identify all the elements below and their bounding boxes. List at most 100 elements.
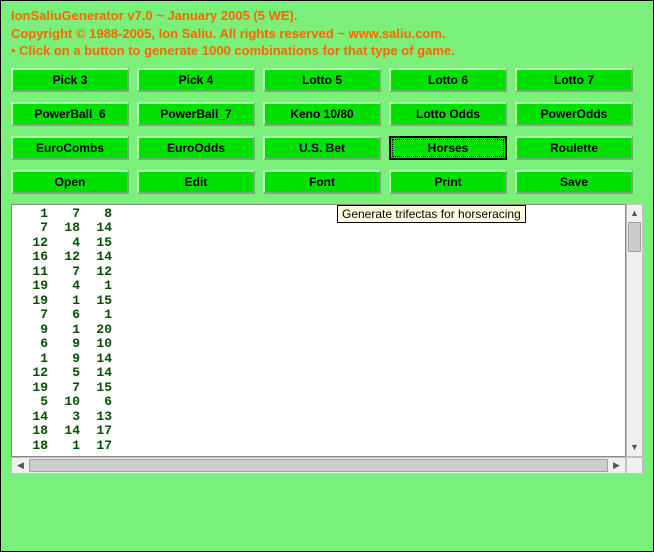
output-row: 181417: [16, 424, 621, 439]
output-cell: 12: [16, 236, 48, 251]
output-cell: 15: [80, 294, 112, 309]
output-cell: 6: [16, 337, 48, 352]
powerball-7-button[interactable]: PowerBall_7: [137, 102, 255, 126]
header-line-1: IonSaliuGenerator v7.0 ~ January 2005 (5…: [11, 7, 645, 25]
output-cell: 18: [16, 424, 48, 439]
lotto-5-button[interactable]: Lotto 5: [263, 68, 381, 92]
output-row: 5106: [16, 395, 621, 410]
output-cell: 16: [16, 250, 48, 265]
app-window: IonSaliuGenerator v7.0 ~ January 2005 (5…: [0, 0, 654, 552]
output-row: 71814: [16, 221, 621, 236]
output-area: 1787181412415161214117121941191157619120…: [11, 204, 643, 474]
powerball-6-button[interactable]: PowerBall_6: [11, 102, 129, 126]
output-row: 761: [16, 308, 621, 323]
horizontal-scrollbar[interactable]: ◀ ▶: [11, 457, 626, 474]
output-cell: 10: [48, 395, 80, 410]
output-cell: 7: [48, 207, 80, 222]
output-cell: 19: [16, 279, 48, 294]
pick-4-button[interactable]: Pick 4: [137, 68, 255, 92]
output-row: 11712: [16, 265, 621, 280]
output-cell: 15: [80, 236, 112, 251]
output-cell: 9: [16, 323, 48, 338]
vertical-scrollbar[interactable]: ▲ ▼: [626, 204, 643, 457]
output-row: 12415: [16, 236, 621, 251]
output-cell: 7: [16, 221, 48, 236]
scroll-down-icon[interactable]: ▼: [627, 439, 642, 456]
keno-10-80-button[interactable]: Keno 10/80: [263, 102, 381, 126]
print-button[interactable]: Print: [389, 170, 507, 194]
scroll-up-icon[interactable]: ▲: [627, 205, 642, 222]
scroll-corner: [626, 457, 643, 474]
output-cell: 14: [80, 221, 112, 236]
output-cell: 5: [48, 366, 80, 381]
output-cell: 19: [16, 381, 48, 396]
output-cell: 1: [48, 323, 80, 338]
horizontal-scroll-thumb[interactable]: [29, 459, 608, 472]
output-row: 12514: [16, 366, 621, 381]
scroll-left-icon[interactable]: ◀: [12, 458, 29, 473]
eurocombs-button[interactable]: EuroCombs: [11, 136, 129, 160]
output-row: 14313: [16, 410, 621, 425]
header-line-3: • Click on a button to generate 1000 com…: [11, 42, 645, 60]
u-s-bet-button[interactable]: U.S. Bet: [263, 136, 381, 160]
output-cell: 17: [80, 439, 112, 454]
output-cell: 14: [80, 366, 112, 381]
output-cell: 12: [48, 250, 80, 265]
output-cell: 17: [80, 424, 112, 439]
output-row: 161214: [16, 250, 621, 265]
output-cell: 12: [16, 366, 48, 381]
output-cell: 14: [48, 424, 80, 439]
powerodds-button[interactable]: PowerOdds: [515, 102, 633, 126]
output-cell: 13: [80, 410, 112, 425]
lotto-7-button[interactable]: Lotto 7: [515, 68, 633, 92]
output-text[interactable]: 1787181412415161214117121941191157619120…: [11, 204, 626, 457]
output-row: 6910: [16, 337, 621, 352]
output-cell: 5: [16, 395, 48, 410]
roulette-button[interactable]: Roulette: [515, 136, 633, 160]
output-cell: 11: [16, 265, 48, 280]
output-cell: 7: [48, 265, 80, 280]
output-cell: 14: [80, 250, 112, 265]
save-button[interactable]: Save: [515, 170, 633, 194]
output-row: 9120: [16, 323, 621, 338]
output-cell: 1: [80, 279, 112, 294]
output-row: 1914: [16, 352, 621, 367]
edit-button[interactable]: Edit: [137, 170, 255, 194]
output-cell: 6: [48, 308, 80, 323]
output-cell: 18: [48, 221, 80, 236]
output-cell: 15: [80, 381, 112, 396]
font-button[interactable]: Font: [263, 170, 381, 194]
output-cell: 18: [16, 439, 48, 454]
output-row: 19715: [16, 381, 621, 396]
output-cell: 19: [16, 294, 48, 309]
header: IonSaliuGenerator v7.0 ~ January 2005 (5…: [9, 7, 645, 60]
output-cell: 12: [80, 265, 112, 280]
euroodds-button[interactable]: EuroOdds: [137, 136, 255, 160]
output-row: 178: [16, 207, 621, 222]
tooltip: Generate trifectas for horseracing: [337, 205, 526, 223]
header-line-2: Copyright © 1988-2005, Ion Saliu. All ri…: [11, 25, 645, 43]
output-cell: 14: [16, 410, 48, 425]
scroll-right-icon[interactable]: ▶: [608, 458, 625, 473]
button-grid: Pick 3 Pick 4 Lotto 5 Lotto 6 Lotto 7 PowerBa…: [9, 68, 645, 194]
output-cell: 4: [48, 236, 80, 251]
horses-button[interactable]: Horses: [389, 136, 507, 160]
output-cell: 9: [48, 352, 80, 367]
output-cell: 1: [80, 308, 112, 323]
pick-3-button[interactable]: Pick 3: [11, 68, 129, 92]
output-cell: 20: [80, 323, 112, 338]
vertical-scroll-thumb[interactable]: [628, 222, 641, 252]
output-row: 1941: [16, 279, 621, 294]
output-row: 19115: [16, 294, 621, 309]
lotto-6-button[interactable]: Lotto 6: [389, 68, 507, 92]
output-cell: 8: [80, 207, 112, 222]
output-cell: 10: [80, 337, 112, 352]
output-cell: 7: [16, 308, 48, 323]
lotto-odds-button[interactable]: Lotto Odds: [389, 102, 507, 126]
output-cell: 1: [48, 439, 80, 454]
output-cell: 1: [48, 294, 80, 309]
open-button[interactable]: Open: [11, 170, 129, 194]
output-row: 18117: [16, 439, 621, 454]
output-cell: 7: [48, 381, 80, 396]
output-cell: 14: [80, 352, 112, 367]
